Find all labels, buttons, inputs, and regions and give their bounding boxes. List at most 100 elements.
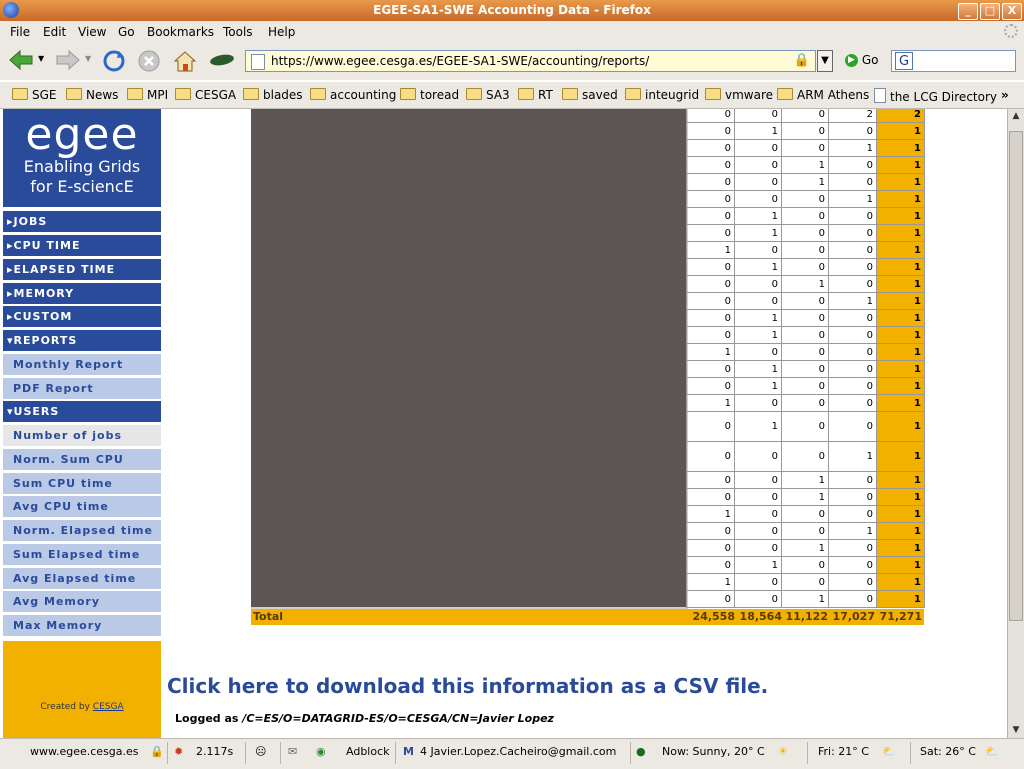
sidebar-section-reports[interactable]: ▾REPORTS — [3, 330, 161, 351]
sidebar-item-norm-sum-cpu[interactable]: Norm. Sum CPU — [3, 449, 161, 470]
bookmarks-overflow-chevron-icon[interactable]: » — [1001, 88, 1009, 102]
window-title: EGEE-SA1-SWE Accounting Data - Firefox — [373, 3, 651, 17]
page-content: egee Enabling Grids for E-sciencE ▸JOBS … — [0, 109, 1007, 738]
table-cell: 0 — [734, 156, 782, 174]
bookmark-sa3[interactable]: SA3 — [466, 88, 510, 102]
stop-icon[interactable] — [137, 49, 161, 73]
bookmark-lcg-directory[interactable]: the LCG Directory — [874, 88, 997, 104]
menu-go[interactable]: Go — [118, 25, 135, 39]
back-dropdown-icon[interactable]: ▼ — [38, 54, 44, 63]
bookmark-toread[interactable]: toread — [400, 88, 459, 102]
leaf-icon[interactable] — [208, 52, 236, 68]
table-row: 01001 — [686, 258, 925, 276]
window-titlebar[interactable]: EGEE-SA1-SWE Accounting Data - Firefox _… — [0, 0, 1024, 22]
table-cell: 1 — [734, 258, 782, 276]
sidebar-item-sum-cpu-time[interactable]: Sum CPU time — [3, 473, 161, 494]
scroll-down-icon[interactable]: ▼ — [1008, 723, 1024, 738]
bookmark-saved[interactable]: saved — [562, 88, 618, 102]
weather-globe-icon[interactable]: ● — [636, 745, 646, 758]
status-lock-icon[interactable]: 🔒 — [150, 745, 164, 758]
logo-wordmark: egee — [25, 109, 139, 160]
bookmark-sge[interactable]: SGE — [12, 88, 57, 102]
status-face-icon[interactable]: ☹ — [255, 745, 266, 758]
sidebar-item-sum-elapsed-time[interactable]: Sum Elapsed time — [3, 544, 161, 565]
row-total-cell: 1 — [876, 505, 925, 523]
partly-cloudy-icon: ⛅ — [985, 745, 999, 758]
sidebar-item-avg-elapsed-time[interactable]: Avg Elapsed time — [3, 568, 161, 589]
menu-bookmarks[interactable]: Bookmarks — [147, 25, 214, 39]
sidebar-section-elapsed-time[interactable]: ▸ELAPSED TIME — [3, 259, 161, 280]
created-by-link[interactable]: CESGA — [93, 702, 124, 712]
back-icon[interactable] — [8, 49, 34, 71]
sidebar-item-norm-elapsed-time[interactable]: Norm. Elapsed time — [3, 520, 161, 541]
table-cell: 0 — [781, 573, 829, 591]
firebug-icon[interactable]: ✹ — [174, 745, 183, 758]
sidebar-item-number-of-jobs[interactable]: Number of jobs — [3, 425, 161, 446]
table-row: 01001 — [686, 122, 925, 140]
reload-icon[interactable] — [102, 49, 126, 73]
csv-download-link[interactable]: Click here to download this information … — [167, 674, 768, 698]
weather-now[interactable]: Now: Sunny, 20° C — [662, 745, 765, 758]
minimize-button[interactable]: _ — [958, 3, 978, 20]
menu-file[interactable]: File — [10, 25, 30, 39]
table-cell: 0 — [686, 522, 735, 540]
status-bar: www.egee.cesga.es 🔒 ✹ 2.117s ☹ ✉ ◉ Adblo… — [0, 738, 1024, 769]
mail-icon[interactable]: M — [403, 745, 414, 758]
table-cell: 1 — [781, 590, 829, 608]
bookmark-cesga[interactable]: CESGA — [175, 88, 236, 102]
forward-icon[interactable] — [55, 49, 81, 71]
egee-logo[interactable]: egee Enabling Grids for E-sciencE — [3, 109, 161, 207]
search-engine-icon[interactable]: G — [895, 52, 913, 70]
table-cell: 0 — [828, 156, 877, 174]
sidebar-item-monthly-report[interactable]: Monthly Report — [3, 354, 161, 375]
sidebar-item-avg-cpu-time[interactable]: Avg CPU time — [3, 496, 161, 517]
url-text[interactable]: https://www.egee.cesga.es/EGEE-SA1-SWE/a… — [271, 54, 649, 68]
sidebar-section-memory[interactable]: ▸MEMORY — [3, 283, 161, 304]
mail-notifier[interactable]: 4 Javier.Lopez.Cacheiro@gmail.com — [420, 745, 616, 758]
table-cell: 0 — [781, 326, 829, 344]
sidebar-section-cpu-time[interactable]: ▸CPU TIME — [3, 235, 161, 256]
status-load-time: 2.117s — [196, 745, 234, 758]
weather-sat[interactable]: Sat: 26° C — [920, 745, 976, 758]
bookmark-news[interactable]: News — [66, 88, 118, 102]
sidebar-item-avg-memory[interactable]: Avg Memory — [3, 591, 161, 612]
sidebar-item-max-memory[interactable]: Max Memory — [3, 615, 161, 636]
search-input[interactable]: G — [891, 50, 1016, 72]
vertical-scrollbar[interactable]: ▲ ▼ — [1007, 109, 1024, 738]
maximize-button[interactable]: □ — [980, 3, 1000, 20]
bookmark-vmware[interactable]: vmware — [705, 88, 773, 102]
menu-tools[interactable]: Tools — [223, 25, 253, 39]
bookmark-mpi[interactable]: MPI — [127, 88, 168, 102]
scroll-up-icon[interactable]: ▲ — [1008, 109, 1024, 124]
forward-dropdown-icon[interactable]: ▼ — [85, 54, 91, 63]
home-icon[interactable] — [172, 49, 198, 73]
lock-icon[interactable]: 🔒 — [794, 53, 810, 68]
close-button[interactable]: X — [1002, 3, 1022, 20]
bookmark-blades[interactable]: blades — [243, 88, 303, 102]
sidebar-section-users[interactable]: ▾USERS — [3, 401, 161, 422]
adblock-label[interactable]: Adblock — [346, 745, 390, 758]
url-dropdown-button[interactable]: ▼ — [817, 50, 833, 72]
status-globe-icon[interactable]: ◉ — [316, 745, 326, 758]
bookmark-accounting[interactable]: accounting — [310, 88, 396, 102]
sidebar-item-pdf-report[interactable]: PDF Report — [3, 378, 161, 399]
sun-icon: ☀ — [778, 745, 788, 758]
row-total-cell: 1 — [876, 326, 925, 344]
table-cell: 1 — [781, 156, 829, 174]
bookmark-rt[interactable]: RT — [518, 88, 553, 102]
url-bar[interactable]: https://www.egee.cesga.es/EGEE-SA1-SWE/a… — [245, 50, 816, 72]
menu-view[interactable]: View — [78, 25, 106, 39]
go-button[interactable]: ▶ Go — [845, 53, 878, 67]
bookmark-arm-athens[interactable]: ARM Athens — [777, 88, 869, 102]
scroll-thumb[interactable] — [1009, 131, 1023, 621]
weather-fri[interactable]: Fri: 21° C — [818, 745, 869, 758]
menu-help[interactable]: Help — [268, 25, 295, 39]
sidebar-section-custom[interactable]: ▸CUSTOM — [3, 306, 161, 327]
sidebar-section-jobs[interactable]: ▸JOBS — [3, 211, 161, 232]
bookmark-inteugrid[interactable]: inteugrid — [625, 88, 699, 102]
gmail-icon[interactable]: ✉ — [288, 745, 297, 758]
menu-edit[interactable]: Edit — [43, 25, 66, 39]
table-cell: 0 — [781, 292, 829, 310]
table-cell: 0 — [828, 258, 877, 276]
total-row: Total 24,558 18,564 11,122 17,027 71,271 — [251, 609, 924, 625]
